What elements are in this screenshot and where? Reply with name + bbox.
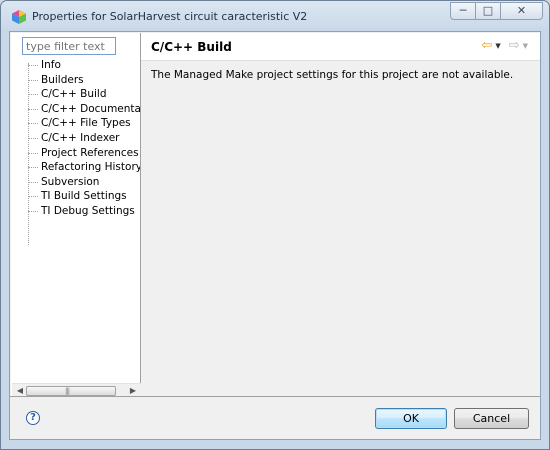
page-message: The Managed Make project settings for th… [151, 69, 514, 81]
tree-item[interactable]: Refactoring History [28, 160, 140, 175]
scroll-grip-icon: ||| [65, 387, 70, 395]
tree-item[interactable]: Subversion [28, 175, 140, 190]
tree-connector [28, 137, 38, 139]
back-dropdown-icon[interactable]: ▼ [495, 42, 500, 50]
tree-item[interactable]: C/C++ Documentation [28, 102, 140, 117]
forward-dropdown-icon[interactable]: ▼ [523, 42, 528, 50]
property-tree: Info Builders C/C++ BuildC/C++ Documentati… [28, 58, 140, 219]
tree-connector [28, 210, 38, 212]
forward-arrow-icon[interactable]: ⇨ [509, 39, 520, 52]
tree-item[interactable]: TI Debug Settings [28, 204, 140, 219]
property-tree-pane: Info Builders C/C++ BuildC/C++ Documentati… [11, 33, 141, 398]
tree-connector [28, 123, 38, 125]
maximize-icon: □ [482, 4, 494, 17]
cancel-button[interactable]: Cancel [454, 408, 529, 429]
tree-item[interactable]: C/C++ Build [28, 87, 140, 102]
tree-item-label: TI Debug Settings [41, 204, 135, 217]
close-icon: ✕ [516, 4, 527, 17]
tree-item-label: C/C++ File Types [41, 117, 131, 130]
tree-item[interactable]: Info [28, 58, 140, 73]
title-bar[interactable]: Properties for SolarHarvest circuit cara… [1, 1, 549, 31]
minimize-button[interactable]: ─ [450, 2, 476, 20]
close-button[interactable]: ✕ [500, 2, 543, 20]
tree-item[interactable]: C/C++ File Types [28, 116, 140, 131]
ok-button[interactable]: OK [375, 408, 447, 429]
scroll-left-icon[interactable]: ◀ [15, 386, 25, 396]
dialog-client-area: InfoBuildersC/C++ BuildC/C++ Documentati… [9, 31, 541, 440]
back-arrow-icon[interactable]: ⇦ [481, 39, 492, 52]
tree-connector [28, 152, 38, 154]
tree-connector [28, 79, 38, 81]
tree-item-label: Subversion [41, 175, 100, 188]
tree-item-label: C/C++ Build [41, 88, 107, 101]
scroll-thumb[interactable]: ||| [26, 386, 116, 396]
app-cube-icon [11, 9, 27, 25]
tree-connector [28, 181, 38, 183]
property-page: C/C++ Build ⇦ ▼ ⇨ ▼ The Managed Make pro… [141, 33, 540, 396]
minimize-icon: ─ [459, 4, 467, 17]
window-title: Properties for SolarHarvest circuit cara… [32, 10, 308, 23]
tree-connector [28, 108, 38, 110]
tree-item[interactable]: Project References [28, 146, 140, 161]
filter-input[interactable] [22, 37, 116, 55]
tree-item-label: Project References [41, 146, 139, 159]
tree-item-label: C/C++ Indexer [41, 131, 120, 144]
caption-buttons: ─ □ ✕ [450, 2, 543, 21]
tree-item[interactable]: TI Build Settings [28, 189, 140, 204]
history-nav: ⇦ ▼ ⇨ ▼ [479, 39, 534, 52]
tree-item-label: Builders [41, 73, 84, 86]
tree-connector [28, 196, 38, 198]
button-bar: ? OK Cancel [10, 396, 540, 441]
maximize-button[interactable]: □ [475, 2, 501, 20]
tree-item-label: Info [41, 59, 61, 71]
tree-item-label: C/C++ Documentation [41, 102, 140, 115]
tree-connector [28, 65, 38, 66]
properties-dialog: Properties for SolarHarvest circuit cara… [0, 0, 550, 450]
tree-item[interactable]: Builders [28, 73, 140, 88]
tree-connector [28, 94, 38, 96]
help-icon[interactable]: ? [26, 411, 40, 425]
tree-item-label: Refactoring History [41, 161, 140, 174]
page-title: C/C++ Build [151, 40, 232, 54]
tree-item-label: TI Build Settings [41, 190, 127, 203]
tree-item[interactable]: C/C++ Indexer [28, 131, 140, 146]
scroll-right-icon[interactable]: ▶ [128, 386, 138, 396]
tree-connector [28, 167, 38, 169]
page-header: C/C++ Build ⇦ ▼ ⇨ ▼ [141, 33, 540, 61]
